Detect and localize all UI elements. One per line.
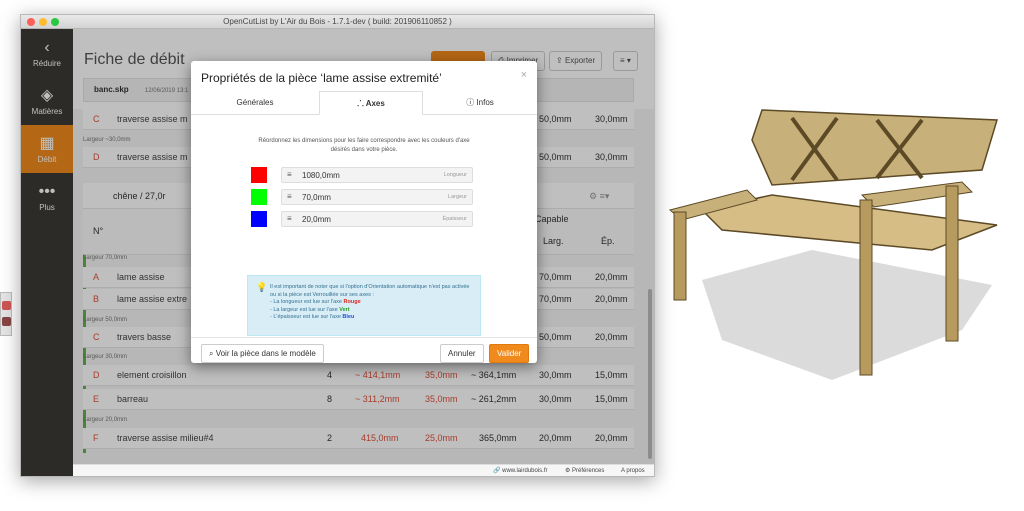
length-field[interactable]: ≡ 1080,0mm Longueur bbox=[281, 167, 473, 183]
info-prefix: - La largeur est lue sur l'axe bbox=[270, 306, 340, 313]
cancel-button[interactable]: Annuler bbox=[440, 344, 484, 363]
tab-info-label: Infos bbox=[476, 98, 494, 107]
axes-icon: ⸫ bbox=[357, 99, 366, 108]
view-part-label: Voir la pièce dans le modèle bbox=[215, 349, 316, 358]
dialog-footer-divider bbox=[191, 337, 537, 338]
width-value: 70,0mm bbox=[302, 193, 331, 202]
window-title: OpenCutList by L'Air du Bois - 1.7.1-dev… bbox=[223, 17, 452, 26]
blue-axis-swatch bbox=[251, 211, 267, 227]
preferences-link[interactable]: ⚙ Préférences bbox=[565, 465, 605, 476]
bench-backrest bbox=[751, 109, 998, 186]
axis-row-thickness[interactable]: ≡ 20,0mm Épaisseur bbox=[251, 211, 475, 227]
title-bar: OpenCutList by L'Air du Bois - 1.7.1-dev… bbox=[21, 15, 654, 29]
info-text: Il est important de noter que si l'optio… bbox=[270, 284, 470, 298]
zoom-window-button[interactable] bbox=[51, 18, 59, 26]
tab-general[interactable]: Générales bbox=[191, 91, 319, 115]
status-bar: 🔗 www.lairdubois.fr ⚙ Préférences A prop… bbox=[73, 464, 654, 476]
info-axis-green: Vert bbox=[339, 306, 350, 313]
external-panel-strip bbox=[0, 292, 12, 336]
thickness-field[interactable]: ≡ 20,0mm Épaisseur bbox=[281, 211, 473, 227]
tab-axes[interactable]: ⸫ Axes bbox=[319, 91, 423, 115]
axes-info-box: 💡 Il est important de noter que si l'opt… bbox=[247, 275, 481, 336]
info-line-length: - La longueur est lue sur l'axe Rouge bbox=[270, 299, 474, 307]
window-controls bbox=[27, 18, 59, 26]
green-axis-swatch bbox=[251, 189, 267, 205]
tab-axes-label: Axes bbox=[365, 99, 385, 108]
axis-row-width[interactable]: ≡ 70,0mm Largeur bbox=[251, 189, 475, 205]
axis-row-length[interactable]: ≡ 1080,0mm Longueur bbox=[251, 167, 475, 183]
bench-leg bbox=[673, 211, 687, 301]
length-label: Longueur bbox=[443, 172, 467, 178]
info-axis-red: Rouge bbox=[343, 299, 361, 305]
info-prefix: - La longueur est lue sur l'axe bbox=[270, 299, 344, 305]
app-icon bbox=[2, 301, 11, 310]
info-prefix: - L'épaisseur est lue sur l'axe bbox=[270, 314, 343, 320]
about-link[interactable]: A propos bbox=[621, 465, 645, 476]
width-label: Largeur bbox=[448, 194, 467, 200]
close-icon[interactable]: × bbox=[521, 69, 527, 81]
bench-3d-render bbox=[668, 109, 998, 380]
drag-handle-icon[interactable]: ≡ bbox=[287, 170, 292, 179]
screen: OpenCutList by L'Air du Bois - 1.7.1-dev… bbox=[0, 0, 1024, 511]
thickness-label: Épaisseur bbox=[442, 216, 467, 222]
preferences-label: Préférences bbox=[572, 468, 605, 474]
width-field[interactable]: ≡ 70,0mm Largeur bbox=[281, 189, 473, 205]
red-axis-swatch bbox=[251, 167, 267, 183]
lightbulb-icon: 💡 bbox=[256, 282, 268, 292]
app-icon bbox=[2, 317, 11, 326]
length-value: 1080,0mm bbox=[302, 171, 340, 180]
dialog-tabs: Générales ⸫ Axes ⓘ Infos bbox=[191, 91, 537, 115]
website-link[interactable]: 🔗 www.lairdubois.fr bbox=[493, 465, 548, 476]
close-window-button[interactable] bbox=[27, 18, 35, 26]
thickness-value: 20,0mm bbox=[302, 215, 331, 224]
info-icon: ⓘ bbox=[466, 98, 477, 107]
search-icon: ⌕ bbox=[209, 349, 216, 358]
info-line-thickness: - L'épaisseur est lue sur l'axe Bleu bbox=[270, 314, 474, 322]
info-line-width: - La largeur est lue sur l'axe Vert bbox=[270, 307, 474, 315]
part-properties-dialog: Propriétés de la pièce ‘lame assise extr… bbox=[191, 61, 537, 363]
app-window: OpenCutList by L'Air du Bois - 1.7.1-dev… bbox=[20, 14, 655, 477]
drag-handle-icon[interactable]: ≡ bbox=[287, 192, 292, 201]
view-part-button[interactable]: ⌕ Voir la pièce dans le modèle bbox=[201, 344, 324, 363]
axes-intro-text: Réordonnez les dimensions pour les faire… bbox=[258, 138, 470, 153]
info-axis-blue: Bleu bbox=[342, 314, 355, 320]
drag-handle-icon[interactable]: ≡ bbox=[287, 214, 292, 223]
minimize-window-button[interactable] bbox=[39, 18, 47, 26]
bench-leg bbox=[945, 185, 959, 342]
modal-backdrop[interactable]: Propriétés de la pièce ‘lame assise extr… bbox=[21, 29, 654, 476]
dialog-title: Propriétés de la pièce ‘lame assise extr… bbox=[201, 71, 442, 85]
website-label: www.lairdubois.fr bbox=[502, 468, 548, 474]
bench-leg bbox=[859, 199, 873, 376]
tab-info[interactable]: ⓘ Infos bbox=[423, 91, 537, 115]
validate-button[interactable]: Valider bbox=[489, 344, 530, 363]
